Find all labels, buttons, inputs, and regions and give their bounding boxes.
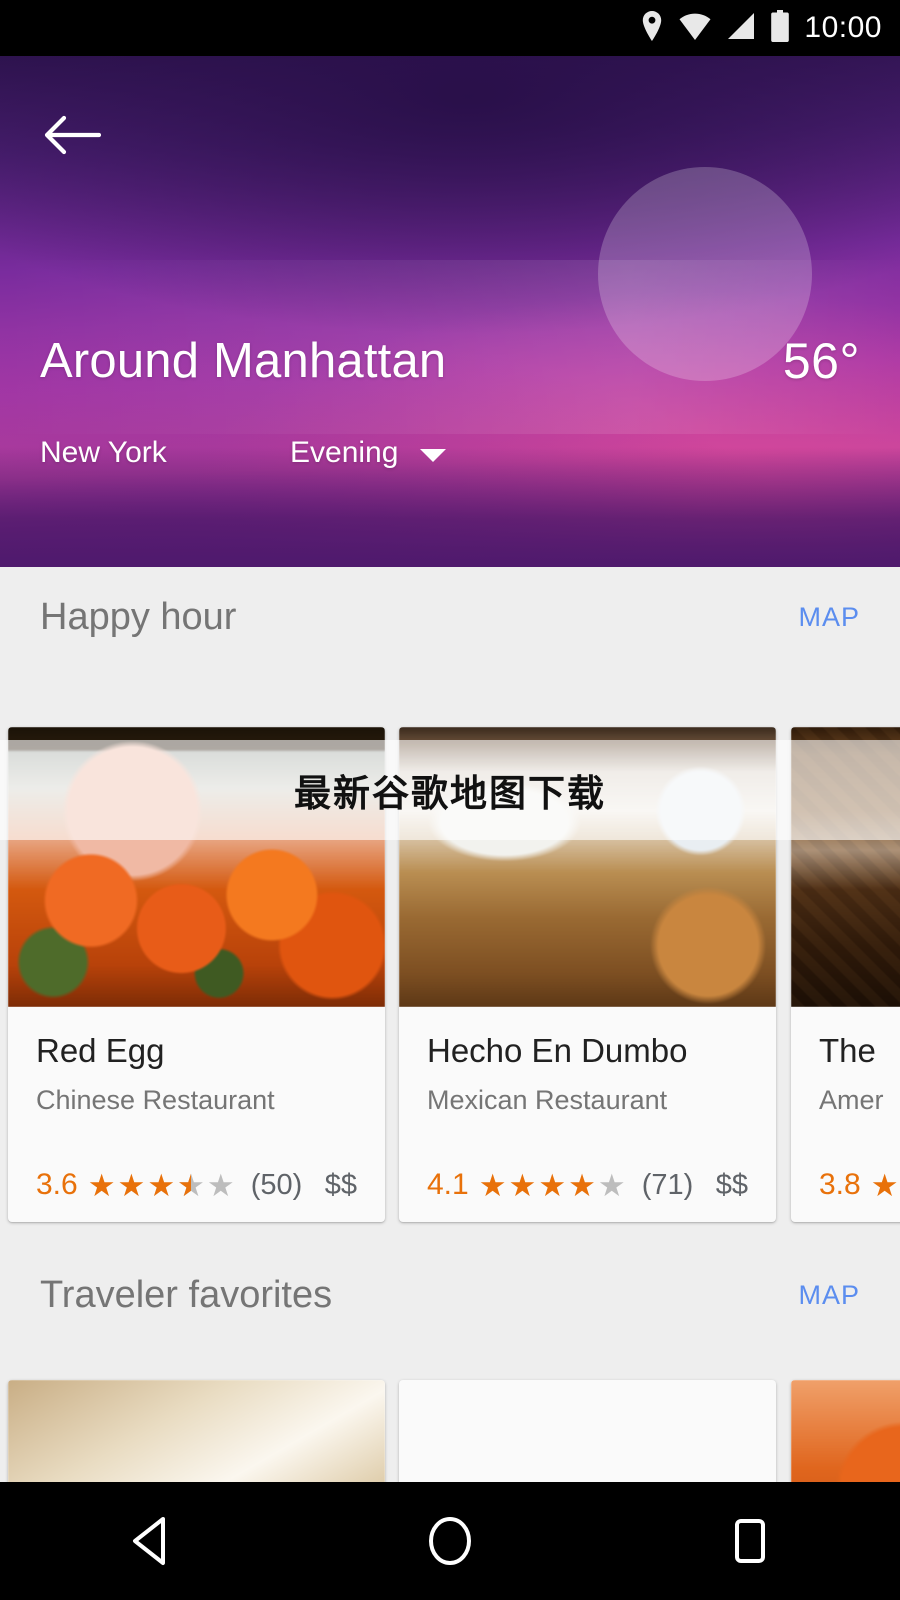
- star-icon: ★: [538, 1167, 567, 1203]
- page-title: Around Manhattan: [40, 334, 447, 388]
- sun-circle-decoration: [598, 167, 812, 381]
- triangle-back-icon: [133, 1517, 165, 1565]
- price-level: $$: [324, 1168, 357, 1201]
- card-body: Hecho En Dumbo Mexican Restaurant: [399, 1007, 776, 1116]
- card-footer: 3.6 ★ ★ ★ ★ ★ (50) $$: [36, 1168, 357, 1202]
- circle-home-icon: [429, 1517, 471, 1565]
- location-pin-icon: [640, 10, 664, 47]
- star-rating: ★ ★ ★ ★ ★: [88, 1170, 235, 1201]
- rating-value: 4.1: [427, 1168, 469, 1201]
- recents-nav-button[interactable]: [690, 1482, 810, 1600]
- restaurant-photo: [399, 727, 776, 1007]
- temperature-display: 56°: [782, 333, 860, 389]
- star-icon: ★: [177, 1170, 205, 1201]
- card-image: [8, 727, 385, 1007]
- card-image: [791, 727, 900, 1007]
- signal-icon: [726, 11, 756, 46]
- card-footer: 3.8 ★ ★ ★ ★ ★: [819, 1168, 900, 1202]
- section-title: Happy hour: [40, 595, 237, 638]
- restaurant-category: Chinese Restaurant: [36, 1085, 275, 1116]
- star-icon: ★: [206, 1167, 235, 1203]
- card-restaurant[interactable]: Red Egg Chinese Restaurant 3.6 ★ ★ ★ ★ ★…: [8, 727, 385, 1222]
- wifi-icon: [678, 11, 712, 46]
- android-navigation-bar: [0, 1482, 900, 1600]
- rating-group: 4.1 ★ ★ ★ ★ ★ (71): [427, 1168, 693, 1202]
- review-count: (71): [641, 1168, 694, 1201]
- map-link[interactable]: MAP: [798, 602, 860, 633]
- map-link[interactable]: MAP: [798, 1280, 860, 1311]
- star-rating: ★ ★ ★ ★ ★: [479, 1170, 626, 1201]
- restaurant-name: Red Egg: [36, 1032, 165, 1069]
- rating-group: 3.6 ★ ★ ★ ★ ★ (50): [36, 1168, 302, 1202]
- card-restaurant[interactable]: Hecho En Dumbo Mexican Restaurant 4.1 ★ …: [399, 727, 776, 1222]
- star-icon: ★: [147, 1167, 176, 1203]
- card-footer: 4.1 ★ ★ ★ ★ ★ (71) $$: [427, 1168, 748, 1202]
- back-nav-button[interactable]: [90, 1482, 210, 1600]
- review-count: (50): [250, 1168, 303, 1201]
- city-label: New York: [40, 436, 167, 469]
- restaurant-name: Hecho En Dumbo: [427, 1032, 688, 1069]
- back-button[interactable]: [40, 103, 104, 167]
- time-of-day-label: Evening: [290, 436, 399, 469]
- star-icon: ★: [508, 1167, 537, 1203]
- time-of-day-selector[interactable]: Evening: [290, 436, 447, 470]
- star-icon: ★: [568, 1167, 596, 1203]
- star-icon: ★: [478, 1167, 507, 1203]
- rating-group: 3.8 ★ ★ ★ ★ ★: [819, 1168, 900, 1202]
- star-icon: ★: [87, 1167, 116, 1203]
- star-rating: ★ ★ ★ ★ ★: [871, 1170, 900, 1201]
- card-body: Red Egg Chinese Restaurant: [8, 1007, 385, 1116]
- restaurant-category: Mexican Restaurant: [427, 1085, 668, 1116]
- restaurant-category: Amer: [819, 1085, 884, 1116]
- star-icon: ★: [597, 1167, 626, 1203]
- card-body: The Amer: [791, 1007, 900, 1116]
- section-title: Traveler favorites: [40, 1273, 333, 1316]
- status-bar-clock: 10:00: [804, 11, 882, 44]
- card-image: [399, 727, 776, 1007]
- hero-subheader: New York Evening: [40, 436, 860, 470]
- section-header-happy-hour: Happy hour MAP: [0, 567, 900, 667]
- rating-value: 3.8: [819, 1168, 861, 1201]
- restaurant-photo: [791, 727, 900, 1007]
- section-header-traveler-favorites: Traveler favorites MAP: [0, 1245, 900, 1345]
- restaurant-photo: [8, 727, 385, 1007]
- square-recents-icon: [735, 1519, 765, 1563]
- card-restaurant[interactable]: The Amer 3.8 ★ ★ ★ ★ ★: [791, 727, 900, 1222]
- rating-value: 3.6: [36, 1168, 78, 1201]
- restaurant-name: The: [819, 1032, 876, 1069]
- star-icon: ★: [870, 1167, 899, 1203]
- back-arrow-icon: [44, 115, 101, 155]
- battery-icon: [770, 9, 790, 47]
- phone-screen: 10:00 Around Manhattan 56° New York Even…: [0, 0, 900, 1600]
- chevron-down-icon: [420, 448, 447, 462]
- status-bar: 10:00: [0, 0, 900, 56]
- home-nav-button[interactable]: [390, 1482, 510, 1600]
- card-row-happy-hour[interactable]: Red Egg Chinese Restaurant 3.6 ★ ★ ★ ★ ★…: [0, 727, 900, 1223]
- price-level: $$: [715, 1168, 748, 1201]
- hero-header: Around Manhattan 56° New York Evening: [0, 56, 900, 567]
- star-icon: ★: [117, 1167, 146, 1203]
